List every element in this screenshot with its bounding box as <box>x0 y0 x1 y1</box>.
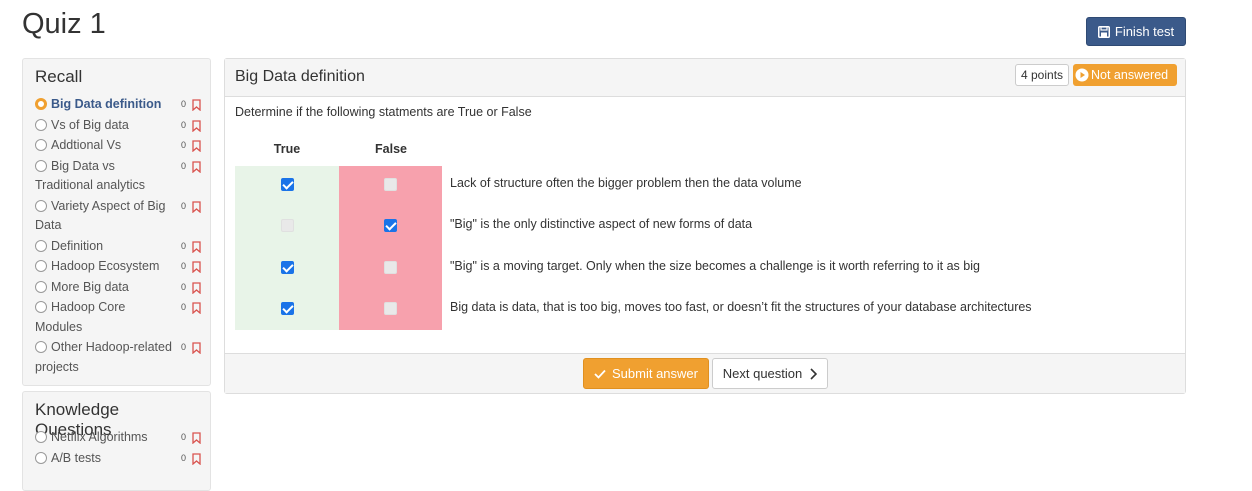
false-checkbox[interactable] <box>384 219 397 232</box>
sidebar-question-item[interactable]: Big Data definition 0 <box>35 95 210 115</box>
answer-count: 0 <box>180 432 186 442</box>
question-panel: Big Data definition 4 points Not answere… <box>224 58 1186 394</box>
sidebar-question-item[interactable]: Hadoop Core Modules 0 <box>35 298 210 337</box>
bookmark-icon[interactable] <box>192 240 201 253</box>
bookmark-icon[interactable] <box>192 99 201 111</box>
answer-count: 0 <box>180 160 186 171</box>
bookmark-icon[interactable] <box>192 140 201 152</box>
bookmark-icon[interactable] <box>192 342 201 354</box>
section-heading-knowledge: Knowledge Questions <box>35 400 120 439</box>
radio-icon <box>35 260 47 272</box>
true-checkbox[interactable] <box>281 178 294 191</box>
answer-count: 0 <box>180 342 186 352</box>
radio-icon <box>35 159 47 172</box>
question-link-label: Netflix Algorithms <box>51 430 148 444</box>
question-link-label: Hadoop Core Modules <box>35 300 126 334</box>
next-question-button[interactable]: Next question <box>712 358 828 389</box>
submit-answer-label: Submit answer <box>612 366 698 381</box>
status-label: Not answered <box>1091 68 1169 82</box>
answer-count: 0 <box>180 452 186 463</box>
bookmark-icon[interactable] <box>192 302 201 314</box>
false-column-header: False <box>375 142 407 156</box>
question-link-label: Big Data vs Traditional analytics <box>35 158 146 193</box>
bookmark-icon[interactable] <box>192 281 201 294</box>
radio-icon <box>35 239 47 252</box>
sidebar-question-item[interactable]: Other Hadoop-related projects 0 <box>35 338 210 377</box>
submit-answer-button[interactable]: Submit answer <box>583 358 709 389</box>
play-circle-icon <box>1075 68 1089 82</box>
radio-icon <box>35 199 47 212</box>
sidebar-question-item[interactable]: Definition 0 <box>35 237 210 257</box>
question-link-label: Other Hadoop-related projects <box>35 340 172 374</box>
radio-icon <box>35 139 47 151</box>
answer-count: 0 <box>180 140 186 150</box>
question-link-label: Addtional Vs <box>51 138 122 152</box>
question-instructions: Determine if the following statments are… <box>235 105 532 119</box>
answer-count: 0 <box>180 240 186 251</box>
question-link-label: Definition <box>51 238 104 253</box>
next-question-label: Next question <box>722 366 803 381</box>
answer-count: 0 <box>180 281 186 292</box>
page-title: Quiz 1 <box>22 8 106 40</box>
sidebar-question-item[interactable]: Big Data vs Traditional analytics 0 <box>35 157 210 196</box>
sidebar-question-item[interactable]: Hadoop Ecosystem 0 <box>35 257 210 277</box>
statement-text: "Big" is the only distinctive aspect of … <box>450 217 753 231</box>
statement-text: Big data is data, that is too big, moves… <box>450 300 1032 314</box>
true-column-header: True <box>273 142 301 156</box>
bookmark-icon[interactable] <box>192 432 201 444</box>
points-badge: 4 points <box>1015 64 1070 86</box>
sidebar-question-item[interactable]: More Big data 0 <box>35 278 210 298</box>
question-link-label: Hadoop Ecosystem <box>51 259 160 273</box>
section-heading-recall: Recall <box>35 67 83 86</box>
question-link-label: Vs of Big data <box>51 117 129 132</box>
recall-question-list: Big Data definition 0 Vs of Big data 0 Addti… <box>23 95 210 377</box>
finish-test-label: Finish test <box>1114 24 1175 39</box>
question-link-label: A/B tests <box>51 450 102 465</box>
sidebar-question-item[interactable]: Netflix Algorithms 0 <box>35 428 210 448</box>
radio-icon <box>35 451 47 464</box>
question-link-label: More Big data <box>51 279 129 294</box>
answer-count: 0 <box>180 261 186 271</box>
false-checkbox[interactable] <box>384 261 397 274</box>
answer-count: 0 <box>180 119 186 130</box>
save-icon <box>1097 25 1110 38</box>
bookmark-icon[interactable] <box>192 452 201 465</box>
question-header: Big Data definition 4 points Not answere… <box>225 59 1185 97</box>
statement-text: Lack of structure often the bigger probl… <box>450 176 802 190</box>
sidebar-question-item[interactable]: Addtional Vs 0 <box>35 136 210 156</box>
status-badge: Not answered <box>1073 64 1177 86</box>
true-checkbox[interactable] <box>281 219 294 232</box>
radio-icon <box>35 280 47 293</box>
finish-test-button[interactable]: Finish test <box>1086 17 1186 46</box>
sidebar-question-item[interactable]: Variety Aspect of Big Data 0 <box>35 197 210 236</box>
recall-section: Recall Big Data definition 0 Vs of Big dat… <box>22 58 211 386</box>
question-link-label: Big Data definition <box>51 97 162 111</box>
true-checkbox[interactable] <box>281 302 294 315</box>
question-link-label: Variety Aspect of Big Data <box>35 198 166 233</box>
radio-icon <box>35 98 47 110</box>
true-checkbox[interactable] <box>281 261 294 274</box>
false-checkbox[interactable] <box>384 178 397 191</box>
bookmark-icon[interactable] <box>192 160 201 173</box>
chevron-right-icon <box>810 367 818 380</box>
radio-icon <box>35 118 47 131</box>
radio-icon <box>35 431 47 443</box>
sidebar-question-item[interactable]: A/B tests 0 <box>35 449 210 469</box>
answer-count: 0 <box>180 200 186 211</box>
question-title: Big Data definition <box>235 68 365 85</box>
sidebar-question-item[interactable]: Vs of Big data 0 <box>35 116 210 136</box>
radio-icon <box>35 301 47 313</box>
radio-icon <box>35 341 47 353</box>
bookmark-icon[interactable] <box>192 261 201 273</box>
answer-count: 0 <box>180 302 186 312</box>
question-footer: Submit answer Next question <box>225 353 1185 393</box>
bookmark-icon[interactable] <box>192 119 201 132</box>
answer-count: 0 <box>180 99 186 109</box>
knowledge-questions-section: Knowledge Questions Netflix Algorithms 0 A… <box>22 391 211 491</box>
knowledge-question-list: Netflix Algorithms 0 A/B tests 0 <box>23 428 210 468</box>
statement-text: "Big" is a moving target. Only when the … <box>450 259 980 273</box>
false-checkbox[interactable] <box>384 302 397 315</box>
bookmark-icon[interactable] <box>192 200 201 213</box>
check-icon <box>594 369 606 379</box>
